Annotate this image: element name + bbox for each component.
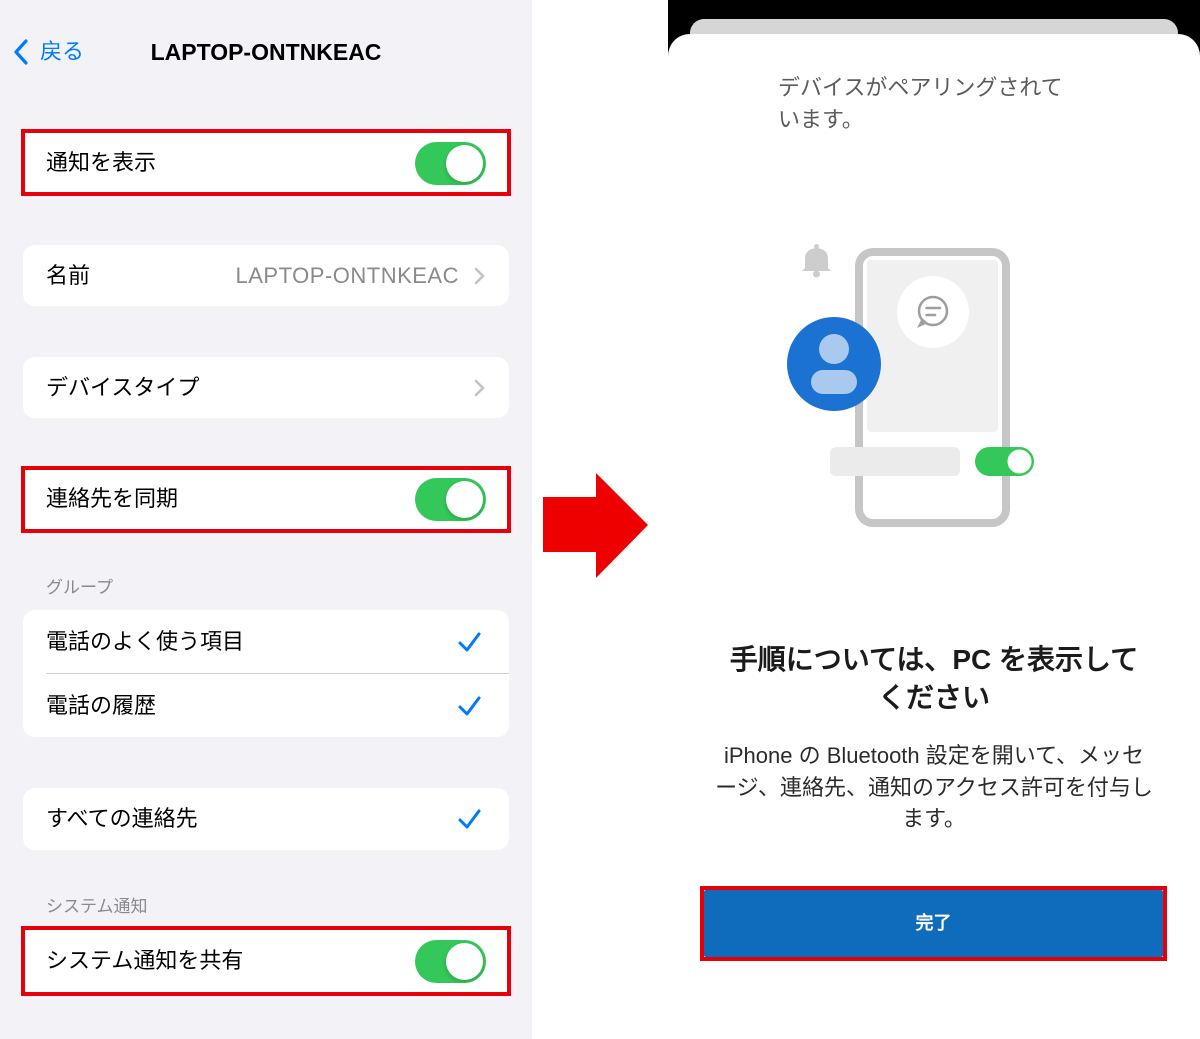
status-line-2: います。 bbox=[778, 107, 864, 132]
groups-section-header: グループ bbox=[46, 578, 113, 597]
all-contacts-row[interactable]: すべての連絡先 bbox=[23, 788, 509, 850]
settings-screen: 戻る LAPTOP-ONTNKEAC 通知を表示 名前 LAPTOP-ONTNK… bbox=[0, 0, 532, 1039]
right-arrow-icon bbox=[543, 473, 648, 578]
name-label: 名前 bbox=[46, 262, 91, 288]
group-item-label: 電話の履歴 bbox=[46, 692, 157, 718]
sync-contacts-label: 連絡先を同期 bbox=[46, 486, 179, 511]
toggle-switch-icon bbox=[975, 447, 1034, 476]
checkmark-icon bbox=[458, 696, 481, 715]
person-avatar-icon bbox=[787, 317, 881, 411]
instruction-body: iPhone の Bluetooth 設定を開いて、メッセ ージ、連絡先、通知の… bbox=[668, 740, 1200, 835]
pairing-sheet: デバイスがペアリングされて います。 手順については、PC を表示して ください… bbox=[668, 34, 1200, 1039]
arrow-shape bbox=[543, 473, 648, 578]
body-line-1: iPhone の Bluetooth 設定を開いて、メッセ bbox=[723, 743, 1145, 768]
toggle-knob bbox=[446, 480, 483, 518]
heading-line-2: ください bbox=[877, 682, 990, 713]
body-line-3: ます。 bbox=[902, 806, 966, 831]
show-notifications-toggle[interactable] bbox=[415, 141, 486, 185]
device-type-label: デバイスタイプ bbox=[46, 374, 200, 400]
chevron-right-icon bbox=[474, 267, 485, 284]
toggle-knob bbox=[446, 942, 483, 980]
toggle-knob bbox=[446, 144, 483, 182]
device-type-row[interactable]: デバイスタイプ bbox=[23, 357, 509, 418]
all-contacts-label: すべての連絡先 bbox=[46, 806, 198, 831]
group-item-label: 電話のよく使う項目 bbox=[46, 628, 245, 654]
chat-bubble-icon bbox=[897, 276, 969, 348]
heading-line-1: 手順については、PC を表示して bbox=[729, 644, 1139, 675]
screenshot-composite: 戻る LAPTOP-ONTNKEAC 通知を表示 名前 LAPTOP-ONTNK… bbox=[0, 0, 1200, 1039]
pairing-status-text: デバイスがペアリングされて います。 bbox=[778, 72, 1063, 136]
instruction-heading: 手順については、PC を表示して ください bbox=[668, 641, 1200, 717]
pairing-illustration bbox=[787, 244, 1034, 527]
share-system-notifications-row[interactable]: システム通知を共有 bbox=[23, 929, 509, 993]
show-notifications-row[interactable]: 通知を表示 bbox=[23, 132, 509, 194]
name-row[interactable]: 名前 LAPTOP-ONTNKEAC bbox=[23, 245, 509, 306]
setting-placeholder-bar bbox=[830, 447, 960, 476]
show-notifications-label: 通知を表示 bbox=[46, 150, 157, 175]
status-line-1: デバイスがペアリングされて bbox=[778, 75, 1063, 100]
group-item-recents[interactable]: 電話の履歴 bbox=[23, 674, 509, 737]
name-value: LAPTOP-ONTNKEAC bbox=[235, 262, 459, 288]
system-notifications-section-header: システム通知 bbox=[46, 897, 148, 916]
group-item-favorites[interactable]: 電話のよく使う項目 bbox=[23, 610, 509, 673]
bell-icon bbox=[802, 244, 831, 278]
sync-contacts-row[interactable]: 連絡先を同期 bbox=[23, 468, 509, 530]
pairing-screen: デバイスがペアリングされて います。 手順については、PC を表示して ください… bbox=[668, 0, 1200, 1039]
share-system-notifications-label: システム通知を共有 bbox=[46, 948, 244, 973]
body-line-2: ージ、連絡先、通知のアクセス許可を付与し bbox=[715, 774, 1153, 800]
page-title: LAPTOP-ONTNKEAC bbox=[150, 39, 382, 65]
checkmark-icon bbox=[458, 632, 481, 651]
done-button[interactable]: 完了 bbox=[704, 890, 1163, 957]
groups-card: 電話のよく使う項目 電話の履歴 bbox=[23, 610, 509, 737]
sync-contacts-toggle[interactable] bbox=[415, 477, 486, 521]
share-system-notifications-toggle[interactable] bbox=[415, 939, 486, 983]
checkmark-icon bbox=[458, 809, 481, 829]
chevron-right-icon bbox=[474, 379, 485, 396]
